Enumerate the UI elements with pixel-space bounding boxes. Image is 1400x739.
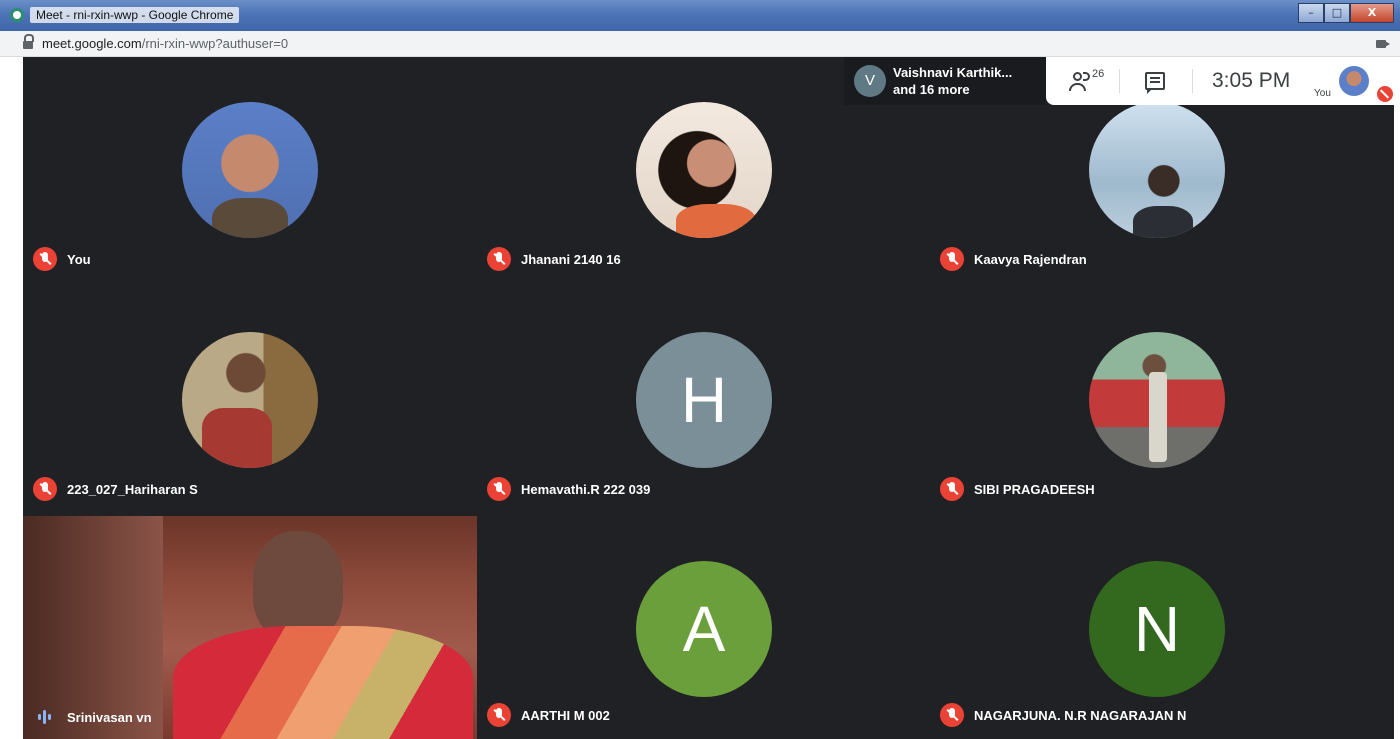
right-margin [1394,57,1400,739]
participant-name: Hemavathi.R 222 039 [521,481,651,497]
participant-label: 223_027_Hariharan S [33,477,198,501]
meeting-clock: 3:05 PM [1212,69,1291,92]
address-bar[interactable]: meet.google.com/rni-rxin-wwp?authuser=0 [0,31,1400,57]
participant-avatar [1089,332,1225,468]
mic-off-icon [487,703,511,727]
video-person [253,531,343,641]
mic-off-icon [940,477,964,501]
mic-off-icon [33,247,57,271]
speaking-indicator-icon [33,705,57,729]
participant-label: SIBI PRAGADEESH [940,477,1095,501]
participant-name: You [67,251,91,267]
more-participants-name: Vaishnavi Karthik... [893,65,1013,80]
mic-off-icon [487,247,511,271]
participant-video-tile[interactable]: Srinivasan vn [23,516,477,739]
meeting-info-bar: 26 3:05 PM You [1046,57,1394,105]
mic-off-icon [940,703,964,727]
mic-off-icon [33,477,57,501]
participant-name: Jhanani 2140 16 [521,251,621,267]
participant-avatar [182,102,318,238]
participant-avatar [636,102,772,238]
participant-label: Hemavathi.R 222 039 [487,477,650,501]
close-button[interactable]: X [1350,3,1394,23]
window-titlebar: Meet - rni-rxin-wwp - Google Chrome – □ … [0,0,1400,31]
left-margin [0,57,23,739]
divider [1192,69,1193,93]
url-path: /rni-rxin-wwp?authuser=0 [141,36,289,51]
participant-label: Jhanani 2140 16 [487,247,621,271]
mic-off-icon [940,247,964,271]
more-participants-chip[interactable]: V Vaishnavi Karthik... and 16 more [844,57,1046,105]
participant-name: Kaavya Rajendran [974,251,1087,267]
people-count: 26 [1092,68,1105,80]
participant-tile[interactable]: You [23,57,476,283]
participant-name: SIBI PRAGADEESH [974,481,1095,497]
participant-initial-avatar: V [854,65,886,97]
participant-initial-avatar: H [636,332,772,468]
chat-icon[interactable] [1145,72,1165,94]
participant-initial-avatar: N [1089,561,1225,697]
participant-label: You [33,247,91,271]
participant-name: AARTHI M 002 [521,707,610,723]
participant-label: Srinivasan vn [33,705,152,729]
participant-avatar [1089,102,1225,238]
self-avatar[interactable] [1339,66,1369,96]
participant-tile[interactable]: H Hemavathi.R 222 039 [477,287,930,513]
participant-tile[interactable]: N NAGARJUNA. N.R NAGARAJAN N [930,516,1383,739]
self-mic-off-icon [1377,86,1393,102]
participant-tile[interactable]: SIBI PRAGADEESH [930,287,1383,513]
meet-app-icon [10,8,24,22]
participant-name: Srinivasan vn [67,709,152,725]
participant-label: Kaavya Rajendran [940,247,1087,271]
mic-off-icon [487,477,511,501]
participant-name: NAGARJUNA. N.R NAGARAJAN N [974,707,1187,723]
participant-label: AARTHI M 002 [487,703,610,727]
video-person-clothing [173,626,473,739]
minimize-button[interactable]: – [1298,3,1324,23]
participant-name: 223_027_Hariharan S [67,481,198,497]
participant-tile[interactable]: 223_027_Hariharan S [23,287,476,513]
camera-icon[interactable] [1376,40,1390,48]
url-host: meet.google.com [42,36,142,51]
participant-avatar [182,332,318,468]
divider [1119,69,1120,93]
window-controls: – □ X [1298,3,1394,23]
lock-icon[interactable] [23,34,34,49]
participant-label: NAGARJUNA. N.R NAGARAJAN N [940,703,1186,727]
participant-initial-avatar: A [636,561,772,697]
self-view-label: You [1314,88,1331,99]
window-title: Meet - rni-rxin-wwp - Google Chrome [30,7,240,23]
maximize-button[interactable]: □ [1324,3,1350,23]
participant-tile[interactable]: A AARTHI M 002 [477,516,930,739]
more-participants-count: and 16 more [893,82,970,97]
url-text[interactable]: meet.google.com/rni-rxin-wwp?authuser=0 [42,36,288,51]
